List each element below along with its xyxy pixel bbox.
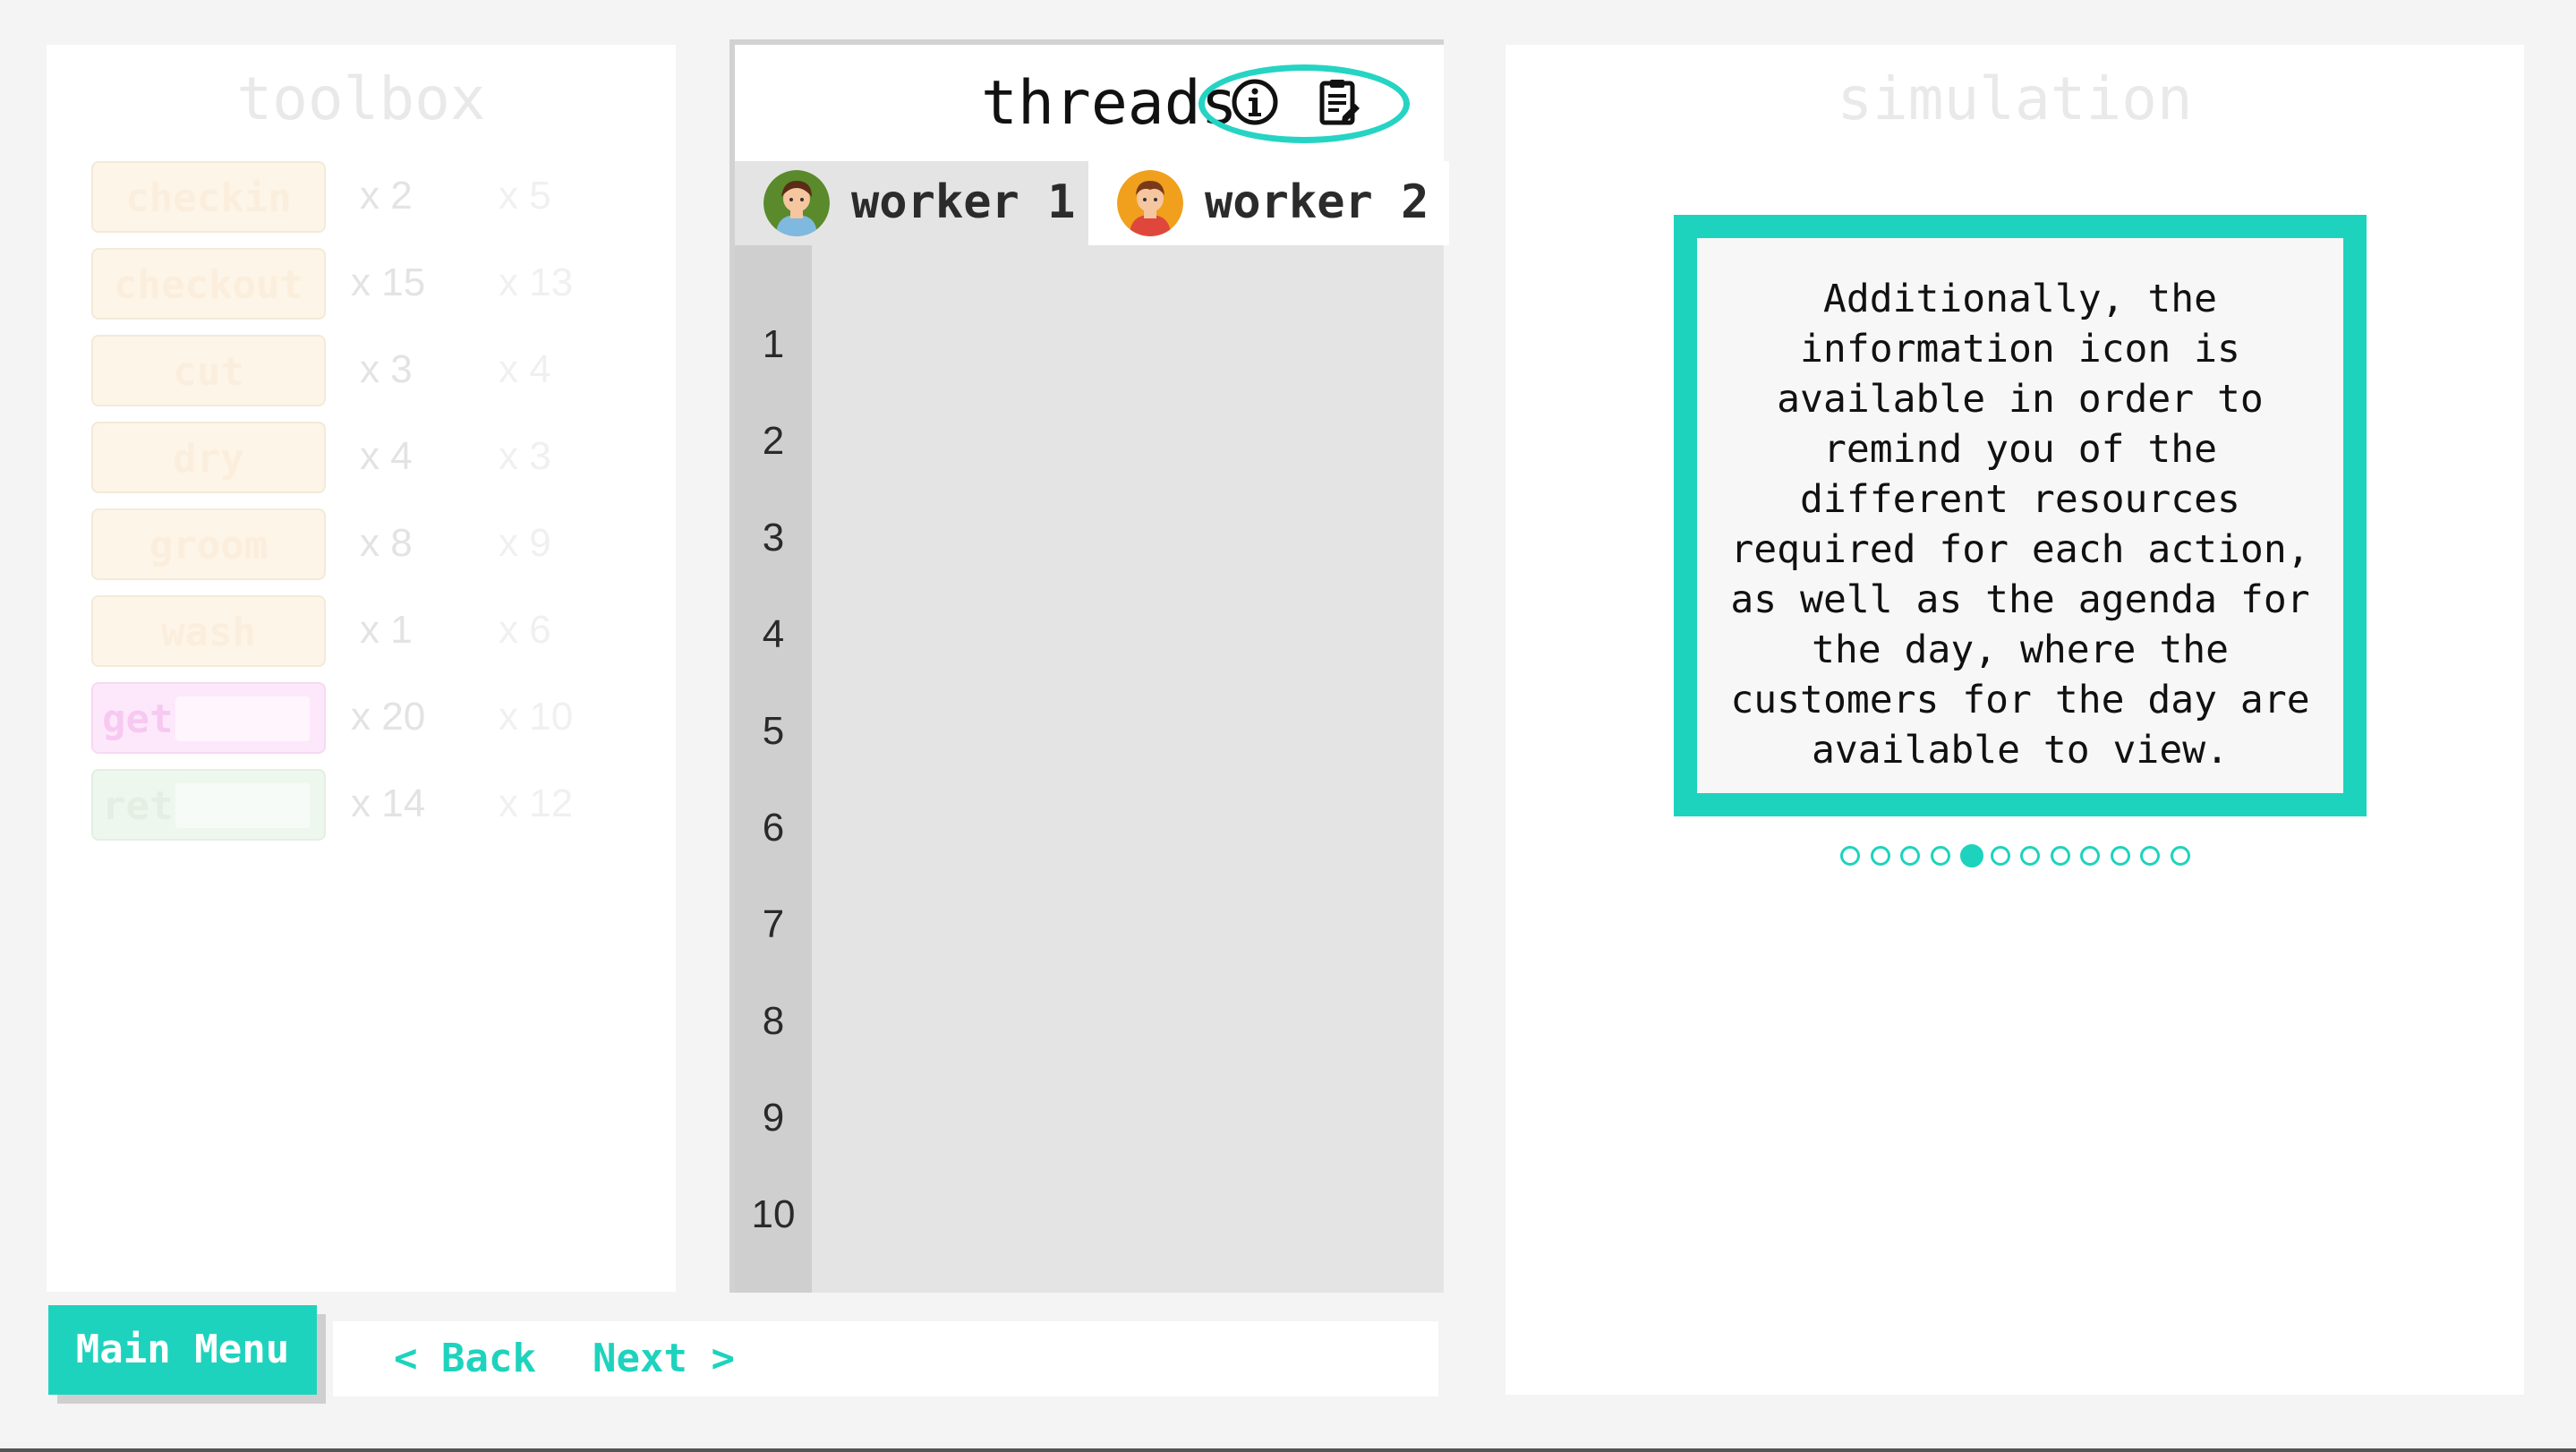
bottom-rule xyxy=(0,1448,2576,1452)
tool-count: x 4 xyxy=(360,434,413,478)
tool-row: checkout x 15 x 13 xyxy=(91,248,664,320)
pagination-dot[interactable] xyxy=(1870,846,1890,866)
worker-tabs: worker 1 worker 2 xyxy=(735,161,1449,245)
pagination-dot[interactable] xyxy=(1930,846,1950,866)
back-button[interactable]: < Back xyxy=(394,1336,536,1381)
tool-label: checkout xyxy=(114,262,303,308)
simulation-title: simulation xyxy=(1837,64,2193,133)
tool-count: x 3 xyxy=(360,347,413,391)
tab-worker-1-label: worker 1 xyxy=(851,175,1076,229)
pagination-dot[interactable] xyxy=(2020,846,2040,866)
tool-count-secondary: x 10 xyxy=(499,695,574,739)
agenda-clipboard-icon[interactable] xyxy=(1314,77,1364,127)
tool-count-secondary: x 9 xyxy=(499,521,551,565)
tool-cut-button[interactable]: cut xyxy=(91,335,326,406)
worker-2-avatar xyxy=(1117,170,1183,236)
info-icon[interactable] xyxy=(1230,77,1280,127)
tool-row: wash x 1 x 6 xyxy=(91,595,664,667)
tab-worker-2[interactable]: worker 2 xyxy=(1088,161,1449,245)
tool-wash-button[interactable]: wash xyxy=(91,595,326,667)
tool-groom-button[interactable]: groom xyxy=(91,508,326,580)
tool-ret-button[interactable]: ret xyxy=(91,769,326,841)
pagination-dot[interactable] xyxy=(1900,846,1920,866)
line-number: 10 xyxy=(751,1192,796,1236)
tool-row: groom x 8 x 9 xyxy=(91,508,664,580)
tool-label: cut xyxy=(173,349,244,395)
line-number: 2 xyxy=(762,419,785,463)
tool-get-button[interactable]: get xyxy=(91,682,326,754)
tool-input-slot[interactable] xyxy=(175,783,310,828)
pagination-dot[interactable] xyxy=(2140,846,2160,866)
pagination-dot[interactable] xyxy=(2050,846,2070,866)
tool-label: wash xyxy=(161,610,256,655)
line-number: 8 xyxy=(762,999,785,1043)
thread-code-area[interactable] xyxy=(812,245,1444,1293)
tool-count-secondary: x 6 xyxy=(499,608,551,652)
tool-count-secondary: x 12 xyxy=(499,782,574,825)
tool-count-secondary: x 13 xyxy=(499,261,574,304)
pagination-dot[interactable] xyxy=(2080,846,2100,866)
tool-input-slot[interactable] xyxy=(175,696,310,741)
pagination-dot[interactable] xyxy=(1990,846,2010,866)
tool-row: checkin x 2 x 5 xyxy=(91,161,664,233)
tutorial-nav-bar: < Back Next > xyxy=(333,1321,1438,1396)
tool-count: x 2 xyxy=(360,174,413,218)
tool-count-secondary: x 4 xyxy=(499,347,551,391)
tool-count-secondary: x 5 xyxy=(499,174,551,218)
main-menu-button[interactable]: Main Menu xyxy=(48,1305,317,1395)
tool-label: ret xyxy=(102,783,174,829)
line-number: 3 xyxy=(762,516,785,559)
tool-label: checkin xyxy=(125,175,292,221)
tool-label: dry xyxy=(173,436,244,482)
tool-checkout-button[interactable]: checkout xyxy=(91,248,326,320)
pagination-dot[interactable] xyxy=(2170,846,2190,866)
toolbox-title: toolbox xyxy=(236,64,486,133)
threads-panel: threads worker 1 worker 2 1 2 3 4 5 6 7 … xyxy=(729,39,1449,1293)
line-number: 7 xyxy=(762,902,785,946)
tool-count-secondary: x 3 xyxy=(499,434,551,478)
tutorial-text: Additionally, the information icon is av… xyxy=(1730,277,2310,773)
tool-row: cut x 3 x 4 xyxy=(91,335,664,406)
tool-row: dry x 4 x 3 xyxy=(91,422,664,493)
tab-worker-2-label: worker 2 xyxy=(1205,175,1429,229)
tool-label: get xyxy=(102,696,174,742)
tool-count: x 15 xyxy=(351,261,426,304)
line-number: 1 xyxy=(762,322,785,366)
line-number: 5 xyxy=(762,709,785,753)
line-number: 4 xyxy=(762,612,785,656)
pagination-dot[interactable] xyxy=(2110,846,2130,866)
tool-row: get x 20 x 10 xyxy=(91,682,664,754)
pagination-dot[interactable] xyxy=(1960,844,1983,867)
tool-count: x 1 xyxy=(360,608,413,652)
tool-row: ret x 14 x 12 xyxy=(91,769,664,841)
tutorial-box: Additionally, the information icon is av… xyxy=(1674,215,2367,816)
toolbox-panel: toolbox checkin x 2 x 5 checkout x 15 x 13 cut… xyxy=(47,45,676,1292)
tool-checkin-button[interactable]: checkin xyxy=(91,161,326,233)
tab-worker-1[interactable]: worker 1 xyxy=(735,161,1088,245)
line-number: 6 xyxy=(762,806,785,850)
tool-label: groom xyxy=(149,523,269,568)
next-button[interactable]: Next > xyxy=(593,1336,735,1381)
pagination-dot[interactable] xyxy=(1840,846,1860,866)
worker-1-avatar xyxy=(763,170,830,236)
tool-count: x 14 xyxy=(351,782,426,825)
tool-count: x 8 xyxy=(360,521,413,565)
line-number: 9 xyxy=(762,1096,785,1140)
tool-count: x 20 xyxy=(351,695,426,739)
tool-dry-button[interactable]: dry xyxy=(91,422,326,493)
